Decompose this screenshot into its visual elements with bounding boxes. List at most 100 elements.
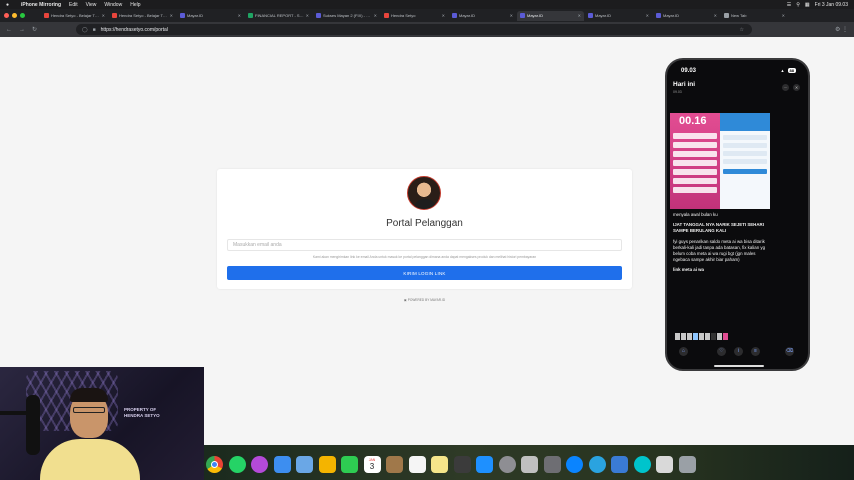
caption-line: IJAT TANGGAL NYA NARIK SEJETI SEHARI SAM… xyxy=(673,222,764,234)
back-icon[interactable]: ← xyxy=(6,27,12,33)
calendar-day: 3 xyxy=(369,461,375,471)
close-tab-icon[interactable]: ✕ xyxy=(102,13,105,18)
control-center-icon[interactable]: ▦ xyxy=(805,2,810,8)
calendar-icon[interactable]: JAN 3 xyxy=(363,455,381,473)
calculator-icon[interactable] xyxy=(453,455,471,473)
browser-tab[interactable]: Sukses Mayan 2 (FIX) - server✕ xyxy=(313,11,380,21)
tab-label: Mayar.ID xyxy=(187,13,204,18)
zoom-window-icon[interactable] xyxy=(20,13,25,18)
avatar xyxy=(407,176,441,210)
home-icon[interactable]: ⌂ xyxy=(679,347,688,356)
tab-label: FINANCIAL REPORT - Sang... xyxy=(255,13,304,18)
wifi-icon[interactable]: ☰ xyxy=(787,2,791,8)
extensions-icon[interactable]: ⚙ ⋮ xyxy=(835,26,848,33)
search-icon[interactable]: ⚲ xyxy=(796,2,800,8)
close-tab-icon[interactable]: ✕ xyxy=(374,13,377,18)
browser-tab[interactable]: New Tab ✕ xyxy=(721,11,788,21)
canva-icon[interactable] xyxy=(633,455,651,473)
chrome-icon[interactable] xyxy=(206,455,223,473)
close-tab-icon[interactable]: ✕ xyxy=(238,13,241,18)
trash-icon[interactable] xyxy=(678,455,696,473)
photos-icon[interactable] xyxy=(318,455,336,473)
tab-label: Hendra Setyo - Belajar Tiktok xyxy=(119,13,168,18)
scissors-icon[interactable] xyxy=(521,455,538,473)
bookmark-star-icon[interactable]: ☆ xyxy=(740,27,744,33)
close-tab-icon[interactable]: ✕ xyxy=(510,13,513,18)
document-icon[interactable] xyxy=(656,455,673,473)
preview-icon[interactable] xyxy=(296,455,313,473)
box-icon[interactable] xyxy=(386,455,403,473)
telegram-icon[interactable] xyxy=(588,455,606,473)
email-field[interactable] xyxy=(227,239,622,251)
mail-icon[interactable] xyxy=(273,455,291,473)
iphone-mirror-window[interactable]: 09.03 ▲ 88 Hari ini 09.03 ⋯ ✕ 00.16 meny… xyxy=(665,58,810,371)
favicon-icon xyxy=(724,13,729,18)
home-indicator xyxy=(714,365,764,367)
apple-icon[interactable]: ● xyxy=(6,2,9,8)
menu-clock[interactable]: Fri 3 Jan 09.03 xyxy=(815,2,848,8)
tab-label: Mayar.ID xyxy=(595,13,612,18)
address-bar[interactable]: ◯ ■ https://hendrasetyo.com/portal ☆ xyxy=(76,24,752,35)
tab-label: Hendra Setyo xyxy=(391,13,416,18)
site-info-icon[interactable]: ◯ xyxy=(82,27,88,33)
browser-tab[interactable]: Hendra Setyo ✕ xyxy=(381,11,448,21)
favicon-icon xyxy=(316,13,321,18)
tab-label: Mayar.ID xyxy=(459,13,476,18)
more-icon[interactable]: ⋯ xyxy=(782,84,789,91)
browser-tab[interactable]: Mayar.ID ✕ xyxy=(517,10,584,21)
tab-label: Mayar.ID xyxy=(663,13,680,18)
close-tab-icon[interactable]: ✕ xyxy=(306,13,309,18)
browser-tab[interactable]: Mayar.ID ✕ xyxy=(177,11,244,21)
search-icon[interactable] xyxy=(566,455,583,473)
browser-tab[interactable]: Mayar.ID ✕ xyxy=(653,11,720,21)
close-tab-icon[interactable]: ✕ xyxy=(782,13,785,18)
settings-icon[interactable] xyxy=(498,455,516,473)
favicon-icon xyxy=(520,13,525,18)
favicon-icon xyxy=(588,13,593,18)
s-app-icon[interactable] xyxy=(611,455,628,473)
gear-icon[interactable] xyxy=(543,455,561,473)
browser-tab[interactable]: FINANCIAL REPORT - Sang...✕ xyxy=(245,11,312,21)
close-icon[interactable]: ✕ xyxy=(793,84,800,91)
whatsapp-icon[interactable] xyxy=(228,455,246,473)
menu-window[interactable]: Window xyxy=(104,2,122,8)
menu-view[interactable]: View xyxy=(86,2,97,8)
trash-icon[interactable]: ⌫ xyxy=(785,347,794,356)
watermark: PROPERTY OF HENDRA SETYO xyxy=(124,407,160,418)
menu-edit[interactable]: Edit xyxy=(69,2,78,8)
thumbnail-strip[interactable] xyxy=(675,327,745,340)
forward-icon[interactable]: → xyxy=(19,27,25,33)
caption-line: link meta ai wa xyxy=(673,267,704,273)
browser-tab[interactable]: Hendra Setyo - Belajar Tiktok ✕ xyxy=(109,11,176,21)
menu-help[interactable]: Help xyxy=(130,2,140,8)
favicon-icon xyxy=(656,13,661,18)
chat-time: 09.03 xyxy=(673,90,682,94)
notes-icon[interactable] xyxy=(431,455,448,473)
facetime-icon[interactable] xyxy=(341,455,358,473)
flower-icon[interactable] xyxy=(251,455,268,473)
close-window-icon[interactable] xyxy=(4,13,9,18)
favicon-icon xyxy=(384,13,389,18)
chat-title: Hari ini xyxy=(673,81,696,88)
reload-icon[interactable]: ↻ xyxy=(32,26,37,33)
dock: JAN 3 xyxy=(206,452,742,476)
browser-tab[interactable]: Mayar.ID ✕ xyxy=(449,11,516,21)
menu-app-name[interactable]: iPhone Mirroring xyxy=(21,2,61,8)
reminders-icon[interactable] xyxy=(408,455,426,473)
close-tab-icon[interactable]: ✕ xyxy=(646,13,649,18)
heart-icon[interactable]: ♡ xyxy=(717,347,726,356)
list-icon[interactable]: ≡ xyxy=(751,347,760,356)
story-image[interactable]: 00.16 xyxy=(670,113,770,209)
info-icon[interactable]: i xyxy=(734,347,743,356)
menu-status-area: ☰ ⚲ ▦ Fri 3 Jan 09.03 xyxy=(782,2,848,8)
minimize-window-icon[interactable] xyxy=(12,13,17,18)
close-tab-icon[interactable]: ✕ xyxy=(578,13,581,18)
tab-label: Mayar.ID xyxy=(527,13,544,18)
close-tab-icon[interactable]: ✕ xyxy=(714,13,717,18)
browser-tab[interactable]: Mayar.ID ✕ xyxy=(585,11,652,21)
close-tab-icon[interactable]: ✕ xyxy=(442,13,445,18)
browser-tab[interactable]: Hendra Setyo - Belajar Tiktok ✕ xyxy=(41,11,108,21)
close-tab-icon[interactable]: ✕ xyxy=(170,13,173,18)
send-login-link-button[interactable]: KIRIM LOGIN LINK xyxy=(227,266,622,280)
app-store-icon[interactable] xyxy=(476,455,493,473)
